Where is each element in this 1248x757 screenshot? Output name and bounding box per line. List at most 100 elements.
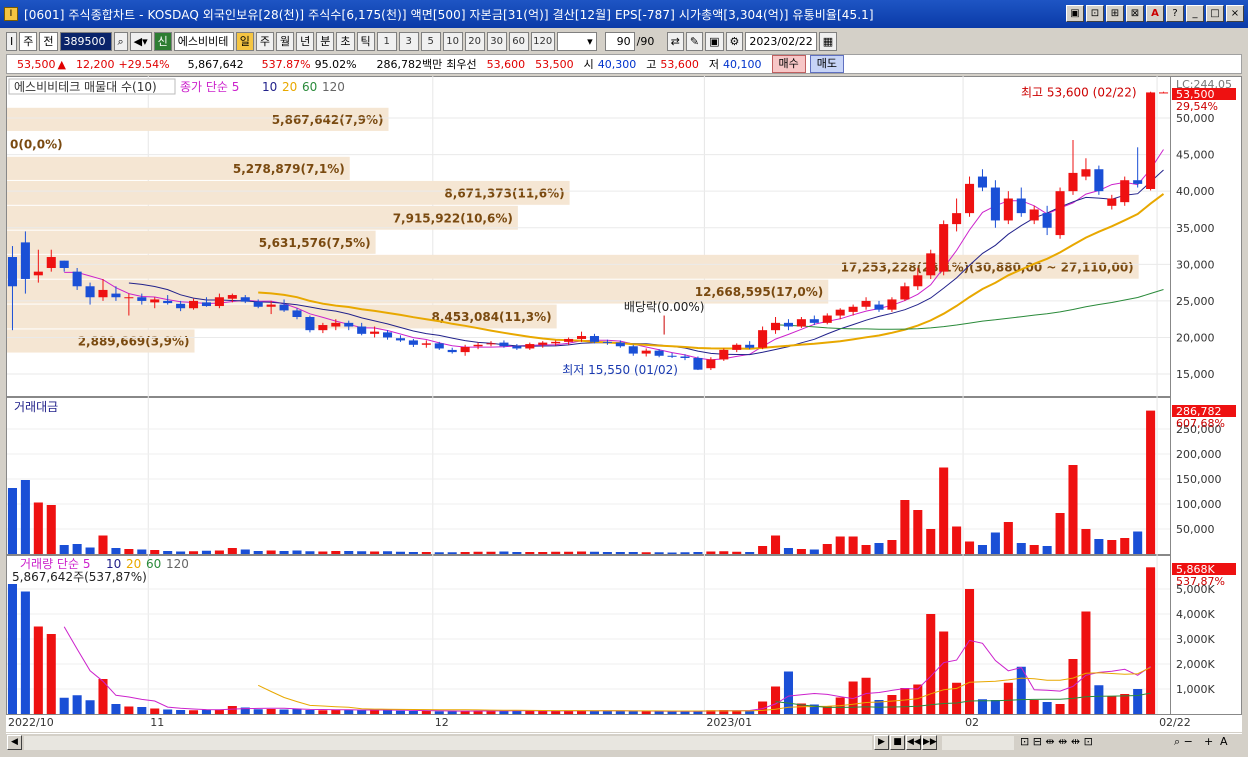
copy-icon[interactable]: ⊞ [1106,5,1124,22]
current-price: 53,500 [17,57,56,71]
draw-icon[interactable]: ✎ [685,31,704,51]
volume-bar [279,709,289,714]
volume-tick-label: 3,000K [1176,633,1215,646]
amount-bar [383,551,393,554]
ma-legend: 60 [302,80,317,94]
scroll-track[interactable] [24,736,872,750]
tab-tick[interactable]: 틱 [356,31,375,51]
volume-bar [176,710,186,714]
interval-30[interactable]: 30 [486,31,507,51]
font-icon[interactable]: A [1146,5,1164,22]
amount-bar [615,552,625,554]
low-annotation: 최저 15,550 (01/02) [562,363,678,377]
volume-bar [1094,685,1104,714]
interval-20[interactable]: 20 [464,31,485,51]
scroll-left-icon[interactable]: ◀ [7,735,22,750]
settings-icon[interactable]: ⚙ [725,31,744,51]
period-select[interactable]: 주 [19,31,38,51]
interval-60[interactable]: 60 [508,31,529,51]
interval-10[interactable]: 10 [442,31,463,51]
code-type-icon[interactable]: I [6,31,18,51]
search-icon[interactable]: ⌕ [113,31,128,51]
stock-chart[interactable]: 5,867,642(7,9%) 0(0,0%) 5,278,879(7,1%) 8,6… [6,76,1242,732]
amount-bar [1029,545,1039,554]
refresh-icon[interactable]: ⊡ [1086,5,1104,22]
candle-body [266,304,276,307]
prev-page-icon[interactable]: ◀◀ [906,735,921,750]
tab-minute[interactable]: 분 [316,31,335,51]
prev-button[interactable]: 전 [39,31,58,51]
volume-bar [227,706,237,714]
tab-year[interactable]: 년 [296,31,315,51]
candle-body [913,275,923,287]
volume-bar [977,699,987,714]
amount-bar [150,550,160,554]
next-page-icon[interactable]: ▶▶ [922,735,937,750]
amount-bar [1107,540,1117,554]
interval-1[interactable]: 1 [376,31,397,51]
interval-3[interactable]: 3 [398,31,419,51]
layout-icon[interactable]: ⊠ [1126,5,1144,22]
sell-button[interactable]: 매도 [809,55,845,73]
zoom-in-icon[interactable]: + [1204,735,1213,748]
font-size-icon[interactable]: A [1220,735,1228,748]
tab-day[interactable]: 일 [235,31,254,51]
zoom-tools-icon[interactable]: ⊡ ⊟ ⇹ ⇹ ⇹ ⊡ [1020,735,1093,748]
volume-tick-label: 4,000K [1176,608,1215,621]
amount-bar [163,551,173,554]
save-icon[interactable]: ▣ [705,31,724,51]
candle-body [383,332,393,338]
zoom-track[interactable] [942,736,1014,750]
compare-icon[interactable]: ⇄ [666,31,684,51]
help-icon[interactable]: ? [1166,5,1184,22]
amount-bar [266,550,276,554]
amount-bar [525,552,535,554]
candle-body [602,341,612,343]
amount-bar [240,549,250,554]
quote-bar: 53,500 ▲ 12,200 +29.54% 5,867,642 537.87… [6,54,1242,74]
amount-bar [758,546,768,554]
volume-ma-legend: 20 [126,557,141,571]
maximize-button[interactable]: □ [1206,5,1224,22]
buy-button[interactable]: 매수 [771,55,806,73]
volume-bar [602,711,612,714]
open-price: 40,300 [597,57,637,71]
candle-body [357,326,367,334]
interval-120[interactable]: 120 [530,31,555,51]
window-buttons: ▣ ⊡ ⊞ ⊠ A ? _ □ × [1066,5,1244,22]
candle-body [344,322,354,327]
stock-code-input[interactable]: 389500 [59,31,112,51]
open-label: 시 [583,58,594,71]
minimize-button[interactable]: _ [1186,5,1204,22]
candle-body [318,325,328,331]
interval-input[interactable]: ▾ [556,31,597,51]
calendar-icon[interactable]: ▦ [818,31,838,51]
tab-month[interactable]: 월 [276,31,295,51]
zoom-out-icon[interactable]: ⌕ − [1174,735,1193,749]
candle-body [680,356,690,358]
volume-bar [641,711,651,714]
candle-body [1068,172,1078,192]
amount-bar [421,552,431,554]
stop-icon[interactable]: ■ [890,735,905,750]
candle-body [874,304,884,310]
candle-body [641,350,651,354]
date-input[interactable]: 2023/02/22 [745,31,817,51]
tab-second[interactable]: 초 [336,31,355,51]
amount-bar [538,552,548,554]
amount-bar [796,549,806,554]
tab-week[interactable]: 주 [255,31,275,51]
amount-bar [124,549,134,554]
sound-icon[interactable]: ◀▾ [129,31,152,51]
count-input[interactable]: 90 [604,31,635,51]
play-icon[interactable]: ▶ [874,735,889,750]
close-button[interactable]: × [1226,5,1244,22]
candle-body [900,286,910,300]
volume-bar [150,708,160,714]
link-icon[interactable]: ▣ [1066,5,1084,22]
volume-bar [926,614,936,714]
interval-5[interactable]: 5 [420,31,441,51]
low-price: 40,100 [723,57,762,71]
candle-body [1094,169,1104,192]
chart-scrollbar[interactable]: ◀ ▶ ■ ◀◀ ▶▶ ⊡ ⊟ ⇹ ⇹ ⇹ ⊡ ⌕ − + A [6,733,1242,751]
